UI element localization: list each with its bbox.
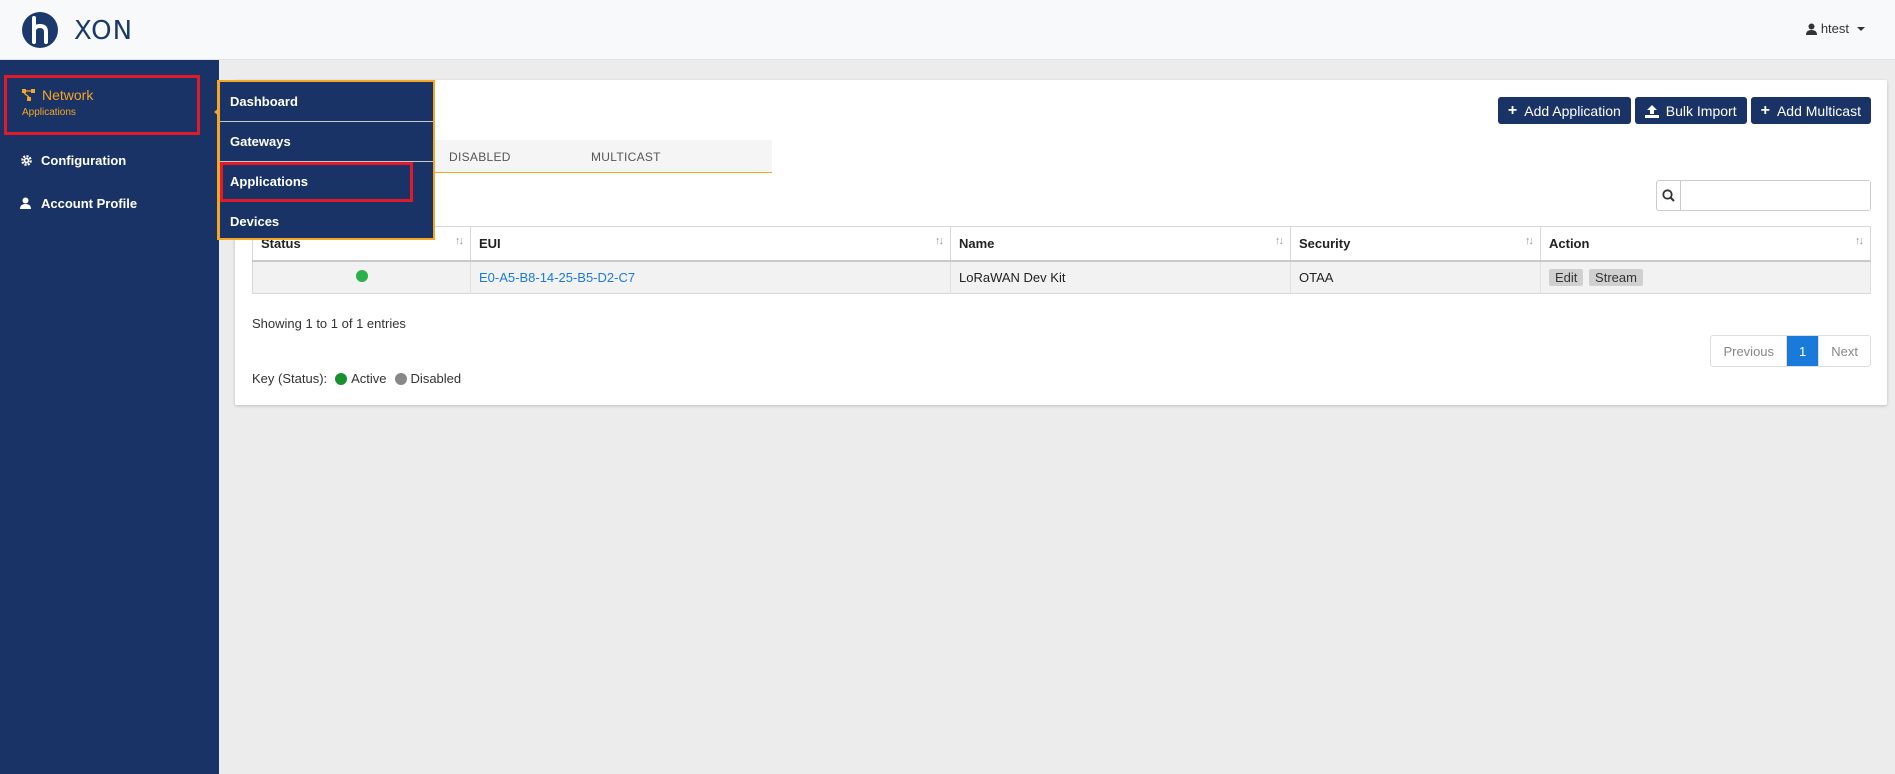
next-page-button[interactable]: Next — [1818, 336, 1870, 366]
previous-page-button[interactable]: Previous — [1711, 336, 1788, 366]
disabled-dot-icon — [394, 372, 407, 385]
applications-card: + Add Application Bulk Import + Add Mult… — [235, 80, 1887, 405]
submenu-item-devices[interactable]: Devices — [220, 202, 433, 242]
active-dot-icon — [335, 372, 348, 385]
status-key: Key (Status): Active Disabled — [252, 371, 461, 386]
add-multicast-button[interactable]: + Add Multicast — [1750, 97, 1871, 124]
sidebar-item-label: Account Profile — [41, 195, 138, 211]
name-cell: LoRaWAN Dev Kit — [950, 260, 1291, 294]
brand-name: XON — [74, 16, 134, 46]
sidebar-item-label: Network — [42, 87, 94, 103]
gear-icon — [21, 154, 32, 166]
network-submenu: Dashboard Gateways Applications Devices — [214, 80, 435, 242]
toolbar: + Add Application Bulk Import + Add Mult… — [1497, 97, 1871, 124]
add-application-button[interactable]: + Add Application — [1497, 97, 1631, 124]
network-icon — [22, 89, 35, 101]
status-cell — [252, 260, 471, 294]
sidebar: Network Applications Configuration Accou… — [0, 60, 219, 774]
user-menu[interactable]: htest — [1805, 21, 1865, 36]
tab-disabled[interactable]: DISABLED — [449, 150, 511, 164]
edit-button[interactable]: Edit — [1549, 268, 1584, 286]
upload-icon — [1644, 104, 1659, 118]
submenu-pointer-icon — [214, 107, 220, 117]
sidebar-item-network[interactable]: Network Applications — [4, 75, 200, 135]
user-icon — [20, 197, 31, 209]
top-bar: XON htest — [0, 0, 1895, 60]
column-header-action[interactable]: Action ↑↓ — [1540, 226, 1871, 262]
status-tabs: DISABLED MULTICAST — [435, 140, 772, 173]
sidebar-item-account-profile[interactable]: Account Profile — [0, 193, 219, 213]
eui-cell: E0-A5-B8-14-25-B5-D2-C7 — [470, 260, 951, 294]
sidebar-item-configuration[interactable]: Configuration — [0, 150, 219, 170]
table-row: E0-A5-B8-14-25-B5-D2-C7 LoRaWAN Dev Kit … — [252, 260, 1871, 294]
sort-icon[interactable]: ↑↓ — [1275, 235, 1284, 247]
sort-icon[interactable]: ↑↓ — [1525, 235, 1534, 247]
action-cell: Edit Stream — [1540, 260, 1871, 294]
entries-info: Showing 1 to 1 of 1 entries — [252, 316, 406, 331]
sort-icon[interactable]: ↑↓ — [1855, 235, 1864, 247]
user-name: htest — [1820, 21, 1849, 36]
bulk-import-button[interactable]: Bulk Import — [1634, 97, 1747, 124]
submenu-item-dashboard[interactable]: Dashboard — [220, 82, 433, 122]
status-key-label: Key (Status): — [252, 371, 328, 386]
sort-icon[interactable]: ↑↓ — [935, 235, 944, 247]
search-box — [1656, 180, 1871, 211]
page-1-button[interactable]: 1 — [1787, 336, 1819, 366]
eui-link[interactable]: E0-A5-B8-14-25-B5-D2-C7 — [479, 270, 635, 285]
table-header-row: Status ↑↓ EUI ↑↓ Name ↑↓ Security ↑↓ Action ↑… — [252, 226, 1871, 262]
column-header-name[interactable]: Name ↑↓ — [950, 226, 1291, 262]
pagination: Previous 1 Next — [1710, 335, 1871, 367]
tab-multicast[interactable]: MULTICAST — [591, 150, 661, 164]
stream-button[interactable]: Stream — [1589, 268, 1643, 286]
plus-icon: + — [1760, 101, 1770, 119]
security-cell: OTAA — [1290, 260, 1541, 294]
column-header-eui[interactable]: EUI ↑↓ — [470, 226, 951, 262]
plus-icon: + — [1507, 101, 1518, 119]
submenu-item-gateways[interactable]: Gateways — [220, 122, 433, 162]
column-header-security[interactable]: Security ↑↓ — [1290, 226, 1541, 262]
search-icon[interactable] — [1657, 181, 1681, 210]
sidebar-item-label: Configuration — [41, 152, 127, 168]
status-active-indicator — [355, 269, 368, 282]
user-icon — [1805, 23, 1817, 35]
logo-icon[interactable] — [22, 12, 58, 48]
search-input[interactable] — [1681, 181, 1870, 210]
sort-icon[interactable]: ↑↓ — [455, 235, 464, 247]
submenu-item-applications[interactable]: Applications — [220, 162, 413, 202]
status-key-disabled: Disabled — [410, 371, 462, 386]
status-key-active: Active — [351, 371, 387, 386]
chevron-down-icon — [1857, 26, 1865, 31]
applications-table: Status ↑↓ EUI ↑↓ Name ↑↓ Security ↑↓ Action ↑… — [252, 226, 1871, 294]
sidebar-item-sublabel: Applications — [22, 107, 76, 118]
